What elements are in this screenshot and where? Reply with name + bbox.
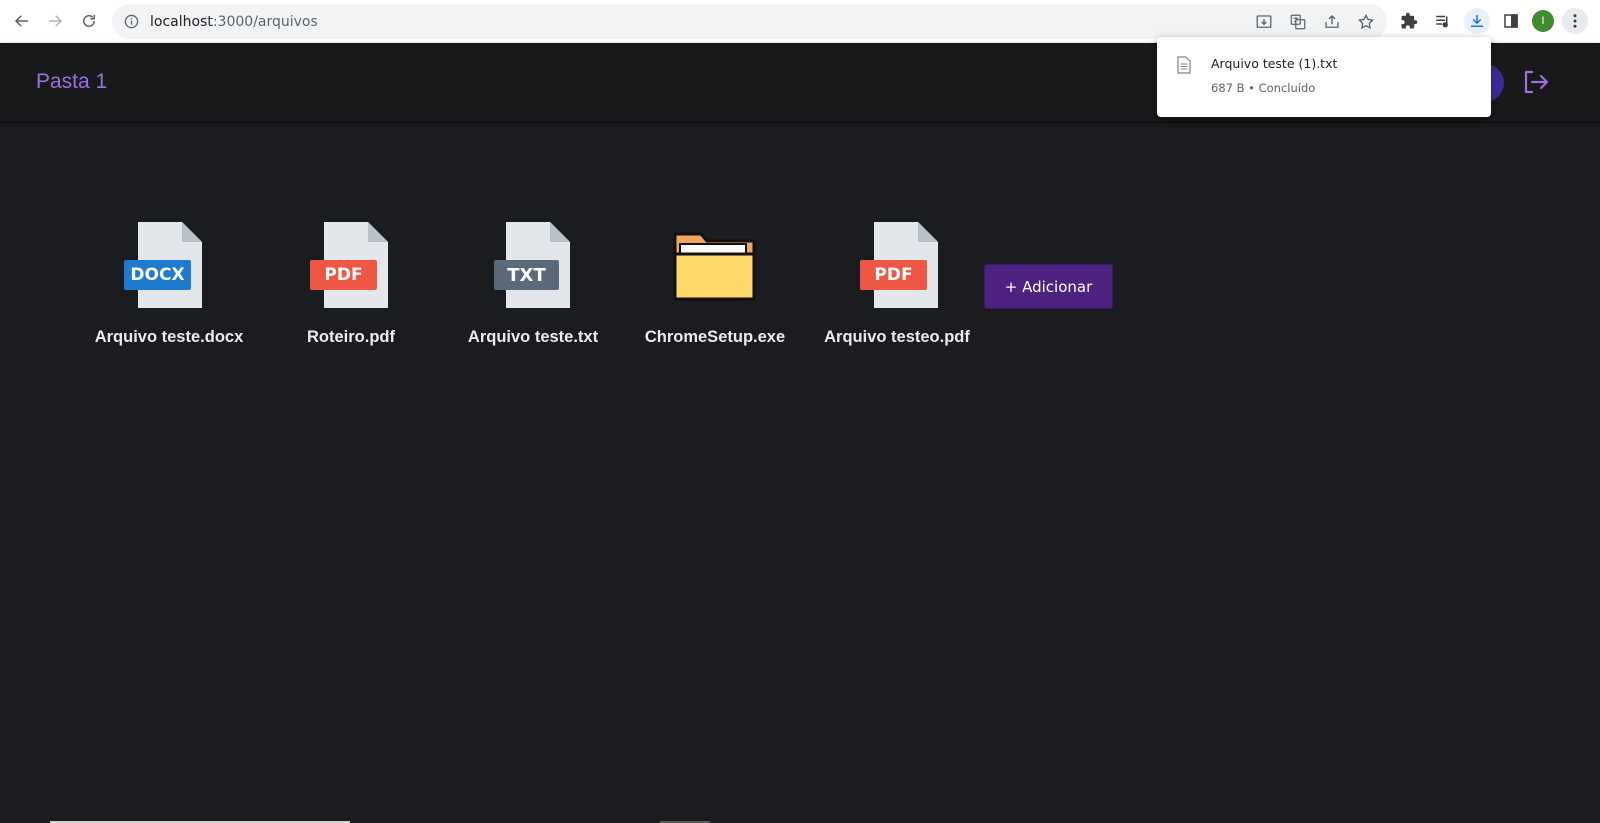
bookmark-star-icon[interactable] [1355,11,1377,33]
folder-icon [670,222,760,308]
url-host: localhost [150,13,213,30]
url-text: localhost:3000/arquivos [150,14,318,30]
file-name: Roteiro.pdf [307,328,395,346]
address-bar[interactable]: localhost:3000/arquivos [112,4,1387,39]
back-arrow-icon[interactable] [9,8,35,34]
omnibox-actions [1253,4,1377,39]
logout-icon[interactable] [1521,68,1549,96]
file-type-label: PDF [324,265,363,285]
file-name: Arquivo teste.docx [94,328,244,346]
file-type-label: TXT [507,264,546,286]
extensions-bar: I [1396,8,1588,34]
site-info-icon[interactable] [124,14,140,30]
docx-file-icon: DOCX [124,222,214,308]
pdf-file-icon: PDF [306,222,396,308]
download-file-name[interactable]: Arquivo teste (1).txt [1211,56,1337,71]
translate-icon[interactable] [1287,11,1309,33]
pdf-file-icon: PDF [852,222,942,308]
file-name: ChromeSetup.exe [644,328,786,346]
file-item[interactable]: PDF Roteiro.pdf [260,222,442,347]
document-icon [1177,56,1191,74]
url-path: :3000/arquivos [212,13,318,30]
file-grid: DOCX Arquivo teste.docx PDF Roteiro.pdf … [78,222,988,347]
add-file-button[interactable]: + Adicionar [984,264,1113,309]
file-item[interactable]: DOCX Arquivo teste.docx [78,222,260,347]
media-queue-icon[interactable] [1430,8,1456,34]
file-name: Arquivo testeo.pdf [824,328,970,346]
txt-file-icon: TXT [488,222,578,308]
folder-title: Pasta 1 [36,70,108,93]
download-bubble: Arquivo teste (1).txt 687 B • Concluído [1157,37,1491,117]
reload-icon[interactable] [76,8,102,34]
download-status: 687 B • Concluído [1211,81,1316,95]
more-menu-icon[interactable] [1562,8,1588,34]
file-type-label: DOCX [130,265,185,285]
extensions-puzzle-icon[interactable] [1396,8,1422,34]
profile-avatar[interactable]: I [1532,10,1554,32]
downloads-icon[interactable] [1464,8,1490,34]
side-panel-icon[interactable] [1498,8,1524,34]
file-item[interactable]: ChromeSetup.exe [624,222,806,347]
file-item[interactable]: PDF Arquivo testeo.pdf [806,222,988,347]
share-icon[interactable] [1321,11,1343,33]
file-name: Arquivo teste.txt [467,328,599,346]
forward-arrow-icon[interactable] [42,8,68,34]
file-type-label: PDF [874,265,913,285]
file-item[interactable]: TXT Arquivo teste.txt [442,222,624,347]
install-app-icon[interactable] [1253,11,1275,33]
